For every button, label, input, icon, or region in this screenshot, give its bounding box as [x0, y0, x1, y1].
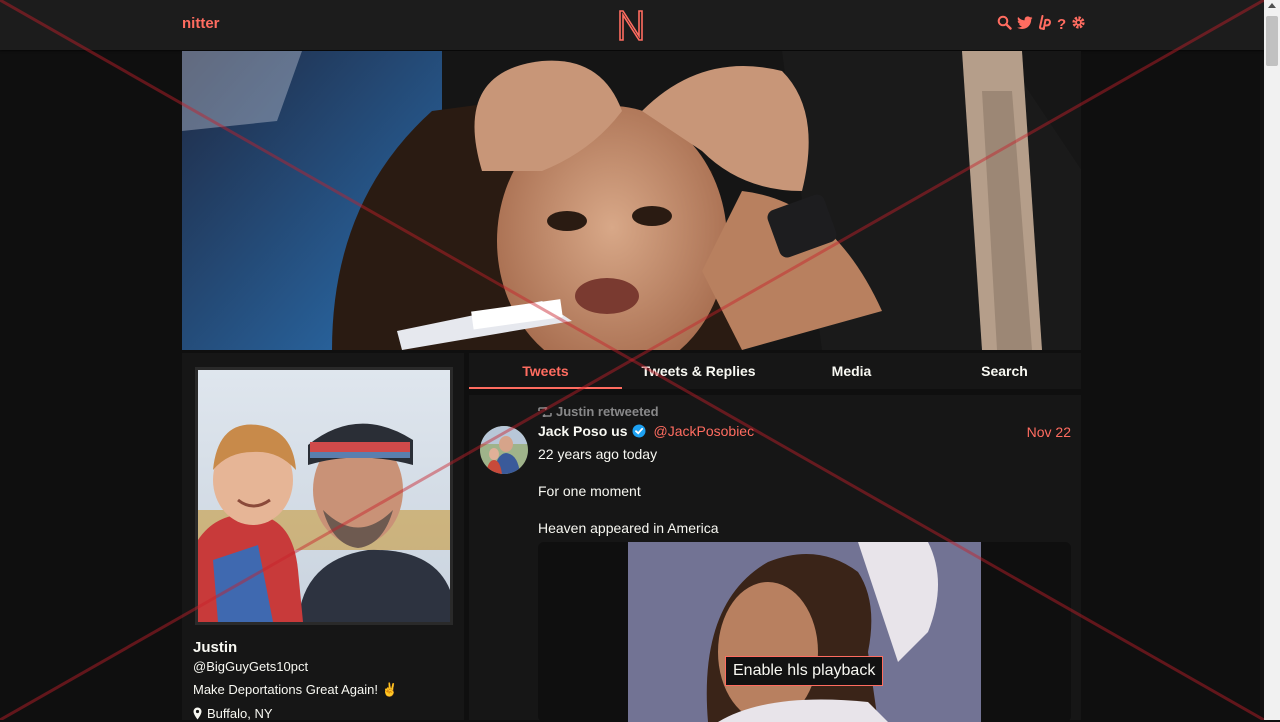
tweet-line: Heaven appeared in America: [538, 520, 719, 536]
profile-banner[interactable]: [182, 51, 1081, 350]
profile-avatar[interactable]: [195, 367, 453, 625]
tab-search[interactable]: Search: [928, 353, 1081, 389]
profile-tabs: Tweets Tweets & Replies Media Search: [469, 353, 1081, 389]
brand-link[interactable]: nitter: [182, 15, 220, 32]
scrollbar-thumb[interactable]: [1266, 16, 1278, 66]
retweet-icon: [538, 406, 552, 417]
profile-fullname[interactable]: Justin: [193, 639, 237, 656]
tweet-avatar-image: [480, 426, 528, 474]
nav-icons: ?: [997, 15, 1086, 35]
tweet-content: 22 years ago today For one moment Heaven…: [538, 445, 719, 556]
video-thumbnail[interactable]: [628, 542, 981, 722]
settings-icon[interactable]: [1071, 15, 1086, 35]
timeline-item[interactable]: Justin retweeted Jack Poso us @JackPosob…: [469, 395, 1081, 722]
location-pin-icon: [193, 707, 202, 720]
tweet-line: For one moment: [538, 483, 641, 499]
retweet-text: Justin retweeted: [556, 404, 659, 419]
tab-tweets-replies[interactable]: Tweets & Replies: [622, 353, 775, 389]
liberapay-icon[interactable]: [1038, 15, 1052, 35]
search-icon[interactable]: [997, 15, 1012, 35]
video-poster-image: [628, 542, 981, 722]
tab-tweets[interactable]: Tweets: [469, 353, 622, 389]
nitter-logo[interactable]: [617, 8, 645, 47]
tweet-line: 22 years ago today: [538, 446, 658, 462]
avatar-image: [198, 370, 450, 622]
top-navbar: nitter ?: [0, 0, 1264, 50]
location-text: Buffalo, NY: [207, 706, 273, 721]
profile-location: Buffalo, NY: [193, 706, 273, 721]
profile-username[interactable]: @BigGuyGets10pct: [193, 659, 308, 674]
tweet-media: Enable hls playback: [538, 542, 1071, 722]
tweet-date[interactable]: Nov 22: [1027, 424, 1071, 440]
nitter-logo-icon: [619, 10, 643, 41]
enable-hls-playback-button[interactable]: Enable hls playback: [725, 656, 884, 686]
profile-bio: Make Deportations Great Again! ✌️: [193, 682, 398, 697]
twitter-icon[interactable]: [1017, 15, 1033, 35]
tweet-avatar[interactable]: [480, 426, 528, 474]
tweet-fullname[interactable]: Jack Poso us: [538, 423, 628, 439]
verified-badge-icon: [632, 424, 645, 438]
help-icon[interactable]: ?: [1057, 16, 1066, 34]
tweet-header: Jack Poso us @JackPosobiec: [538, 423, 754, 439]
banner-image: [182, 51, 1081, 350]
tweet-username[interactable]: @JackPosobiec: [654, 423, 755, 439]
retweet-header: Justin retweeted: [538, 404, 659, 419]
scroll-up-arrow-icon[interactable]: [1268, 3, 1276, 8]
profile-card: Justin @BigGuyGets10pct Make Deportation…: [182, 353, 464, 721]
page-scrollbar[interactable]: [1264, 0, 1280, 720]
tab-media[interactable]: Media: [775, 353, 928, 389]
